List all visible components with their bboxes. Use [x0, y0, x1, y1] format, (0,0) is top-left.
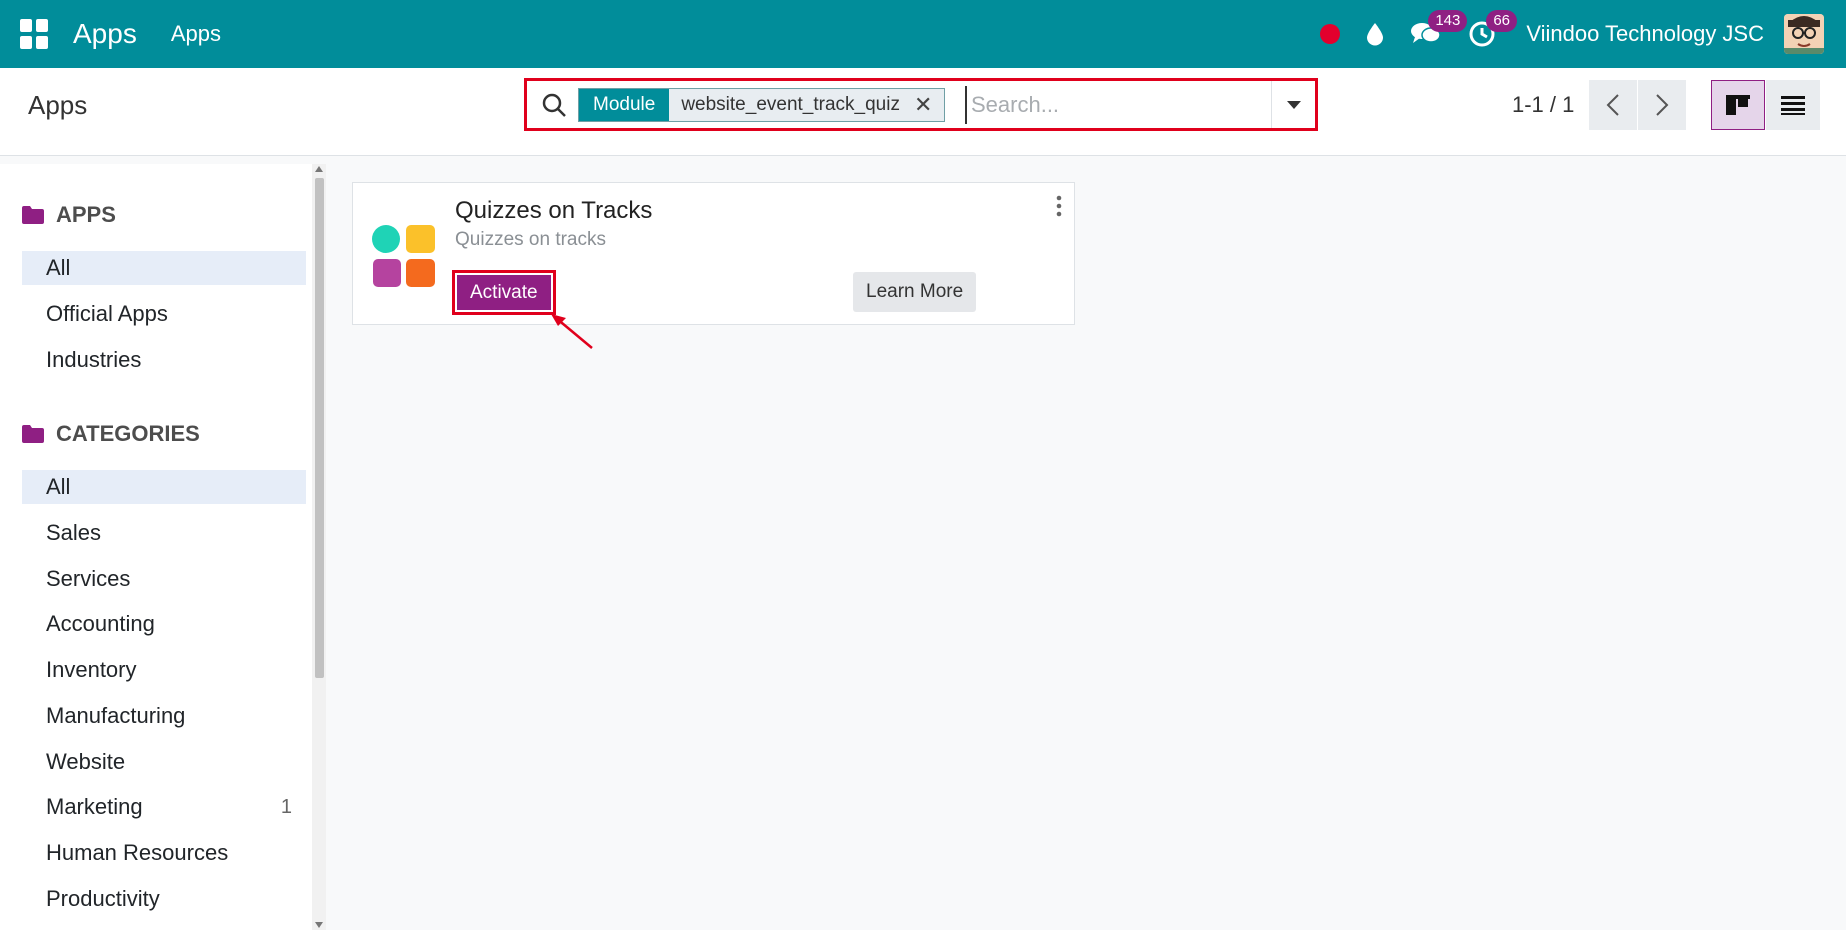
activate-highlight: Activate: [452, 270, 556, 315]
kanban-view-button[interactable]: [1711, 80, 1765, 130]
app-logo-icon: [372, 225, 435, 287]
sidebar-item-category-all[interactable]: All: [22, 470, 306, 504]
scroll-thumb[interactable]: [315, 178, 324, 678]
sidebar-item-productivity[interactable]: Productivity: [22, 882, 306, 916]
activities-clock-icon[interactable]: 66: [1468, 10, 1517, 54]
activities-badge: 66: [1486, 10, 1517, 32]
pager-previous-button[interactable]: [1589, 80, 1637, 130]
scroll-up-icon[interactable]: [315, 166, 323, 172]
navbar-systray: 143 66 Viindoo Technology JSC: [1294, 0, 1824, 68]
search-bar: Module website_event_track_quiz ✕: [524, 78, 1318, 131]
categories-section-header: CATEGORIES: [22, 421, 200, 447]
kebab-menu-icon[interactable]: [1054, 195, 1064, 217]
sidebar-item-website[interactable]: Website: [22, 745, 306, 779]
facet-value-text: website_event_track_quiz: [681, 94, 900, 115]
search-options-toggle[interactable]: [1271, 81, 1315, 128]
navbar-brand[interactable]: Apps: [73, 18, 137, 50]
sidebar-item-services[interactable]: Services: [22, 562, 306, 596]
pager-next-button[interactable]: [1638, 80, 1686, 130]
annotation-arrow: [551, 314, 593, 349]
sidebar-item-apps-all[interactable]: All: [22, 251, 306, 285]
facet-value: website_event_track_quiz ✕: [669, 89, 945, 121]
kanban-icon: [1726, 95, 1750, 115]
learn-more-button[interactable]: Learn More: [853, 272, 977, 312]
activate-button[interactable]: Activate: [457, 275, 551, 310]
app-menu-icon[interactable]: [20, 19, 50, 49]
messages-icon[interactable]: 143: [1410, 10, 1468, 54]
sidebar-item-official-apps[interactable]: Official Apps: [22, 297, 306, 331]
close-icon[interactable]: ✕: [914, 89, 932, 121]
app-card[interactable]: Quizzes on Tracks Quizzes on tracks Acti…: [352, 182, 1075, 325]
recording-icon[interactable]: [1320, 14, 1341, 54]
page-title: Apps: [28, 90, 88, 120]
sidebar-item-marketing[interactable]: Marketing 1: [22, 790, 306, 824]
company-name[interactable]: Viindoo Technology JSC: [1526, 21, 1764, 47]
sidebar-item-manufacturing[interactable]: Manufacturing: [22, 699, 306, 733]
chevron-left-icon: [1606, 94, 1619, 116]
sidebar-item-label: Marketing: [46, 794, 143, 819]
folder-icon: [22, 425, 44, 443]
list-view-button[interactable]: [1766, 80, 1820, 130]
pager-value[interactable]: 1-1 / 1: [1512, 92, 1574, 118]
user-avatar[interactable]: [1784, 14, 1824, 54]
messages-badge: 143: [1428, 10, 1468, 32]
apps-header-label: APPS: [56, 202, 116, 227]
categories-header-label: CATEGORIES: [56, 421, 200, 446]
search-icon[interactable]: [541, 92, 567, 118]
sidebar-item-industries[interactable]: Industries: [22, 343, 306, 377]
folder-icon: [22, 206, 44, 224]
sidebar-item-inventory[interactable]: Inventory: [22, 653, 306, 687]
facet-label: Module: [579, 89, 670, 121]
chevron-right-icon: [1656, 94, 1669, 116]
sidebar-item-human-resources[interactable]: Human Resources: [22, 836, 306, 870]
list-icon: [1781, 96, 1805, 115]
search-facet: Module website_event_track_quiz ✕: [578, 88, 946, 122]
navbar-menu-apps[interactable]: Apps: [171, 21, 221, 47]
search-input[interactable]: [965, 86, 1275, 124]
caret-down-icon: [1286, 100, 1301, 109]
control-panel: Apps Module website_event_track_quiz ✕ 1…: [0, 68, 1846, 156]
sidebar-scrollbar[interactable]: [312, 164, 326, 930]
sidebar-item-accounting[interactable]: Accounting: [22, 607, 306, 641]
category-count: 1: [280, 796, 292, 818]
app-title: Quizzes on Tracks: [455, 197, 653, 224]
scroll-down-icon[interactable]: [315, 922, 323, 928]
app-subtitle: Quizzes on tracks: [455, 229, 606, 250]
drop-icon[interactable]: [1366, 14, 1384, 54]
top-navbar: Apps Apps 143 66 Viindoo Technology JSC: [0, 0, 1846, 68]
sidebar-panel: APPS All Official Apps Industries CATEGO…: [0, 164, 312, 930]
sidebar-item-sales[interactable]: Sales: [22, 516, 306, 550]
apps-section-header: APPS: [22, 202, 116, 228]
